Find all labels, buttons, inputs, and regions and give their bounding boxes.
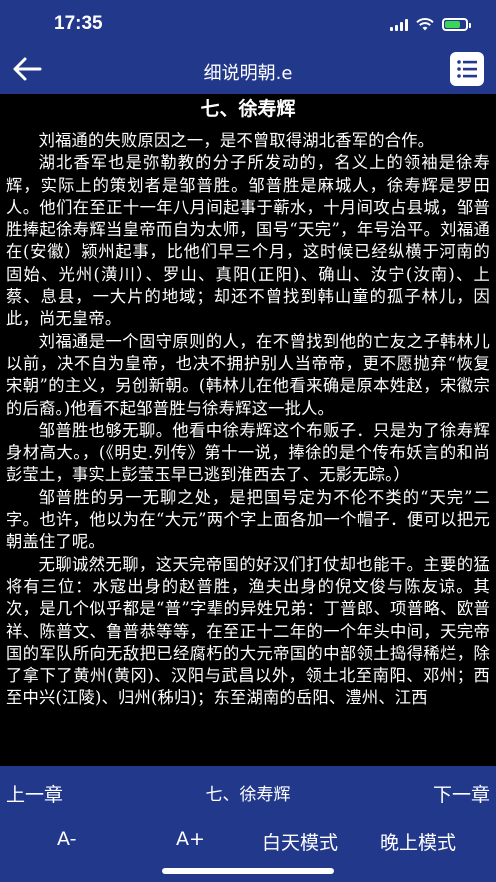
paragraph: 刘福通是一个固守原则的人，在不曾找到他的亡友之子韩林儿以前，决不自为皇帝，也决不… [6, 331, 490, 418]
next-chapter-button[interactable]: 下一章 [433, 780, 490, 807]
paragraph: 邹普胜的另一无聊之处，是把国号定为不伦不类的“天完”二字。也许，他以为在“大元”… [6, 487, 490, 552]
paragraph: 湖北香军也是弥勒教的分子所发动的，名义上的领袖是徐寿辉，实际上的策划者是邹普胜。… [6, 153, 490, 329]
battery-icon [442, 18, 471, 31]
paragraph: 邹普胜也够无聊。他看中徐寿辉这个布贩子．只是为了徐寿辉身材高大。，(《明史.列传… [6, 420, 490, 485]
font-decrease-button[interactable]: A- [57, 828, 76, 850]
list-icon [457, 60, 477, 78]
paragraph: 无聊诚然无聊，这天完帝国的好汉们打仗却也能干。主要的猛将有三位：水寇出身的赵普胜… [6, 554, 490, 708]
day-mode-button[interactable]: 白天模式 [262, 828, 338, 855]
cellular-signal-icon [390, 18, 408, 31]
battery-cap [469, 23, 471, 28]
bottom-toolbar: 上一章 七、徐寿辉 下一章 A- A+ 白天模式 晚上模式 [0, 766, 496, 882]
status-bar: 17:35 [0, 0, 496, 44]
font-increase-button[interactable]: A+ [176, 828, 205, 850]
home-indicator [162, 868, 334, 874]
reader-content[interactable]: 七、徐寿辉 刘福通的失败原因之一，是不曾取得湖北香军的合作。 湖北香军也是弥勒教… [0, 94, 496, 766]
battery-fill [445, 21, 460, 28]
status-icons [390, 17, 471, 31]
current-chapter-label: 七、徐寿辉 [205, 785, 291, 805]
chapter-heading: 七、徐寿辉 [200, 98, 296, 120]
paragraph: 刘福通的失败原因之一，是不曾取得湖北香军的合作。 [38, 131, 435, 150]
menu-button[interactable] [450, 52, 484, 86]
wifi-icon [416, 18, 434, 31]
page-title: 细说明朝.e [203, 63, 293, 84]
night-mode-button[interactable]: 晚上模式 [380, 828, 456, 855]
nav-bar: 细说明朝.e [0, 44, 496, 94]
status-time: 17:35 [54, 13, 103, 34]
